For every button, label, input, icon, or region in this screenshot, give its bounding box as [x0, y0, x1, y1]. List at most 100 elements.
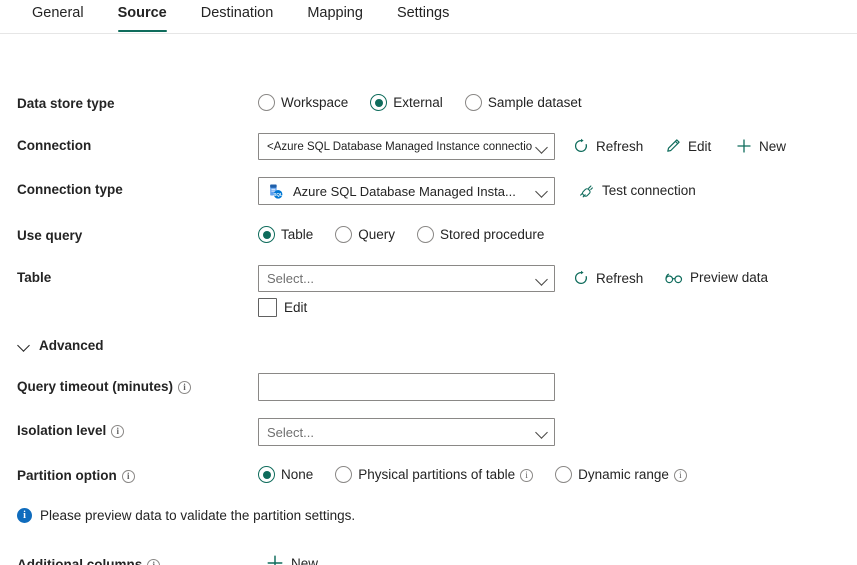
connection-refresh-button[interactable]: Refresh [573, 138, 643, 154]
plug-icon [578, 182, 595, 199]
additional-columns-new-label: New [291, 555, 319, 565]
connection-dropdown-value: <Azure SQL Database Managed Instance con… [267, 140, 532, 153]
radio-dynamic-range-indicator [555, 466, 573, 483]
connection-new-label: New [759, 138, 787, 154]
radio-external[interactable]: External [370, 94, 443, 111]
radio-dynamic-range-label: Dynamic range [578, 467, 669, 482]
tab-source[interactable]: Source [101, 0, 184, 32]
additional-columns-label-text: Additional columns [17, 557, 143, 565]
isolation-level-dropdown[interactable]: Select... [258, 418, 555, 446]
radio-partition-none-indicator [258, 466, 275, 483]
partition-option-radio-group: None Physical partitions of table Dynami… [258, 466, 709, 483]
test-connection-label: Test connection [602, 183, 696, 198]
info-icon[interactable] [147, 558, 161, 565]
advanced-section-label: Advanced [39, 338, 104, 353]
info-filled-icon [17, 508, 32, 523]
data-store-type-label: Data store type [17, 96, 115, 111]
isolation-level-label: Isolation level [17, 423, 125, 439]
radio-physical-partitions[interactable]: Physical partitions of table [335, 466, 534, 483]
test-connection-button[interactable]: Test connection [578, 182, 696, 199]
preview-data-label: Preview data [690, 270, 769, 285]
radio-external-indicator [370, 94, 388, 111]
plus-icon [266, 554, 284, 565]
partition-info-message: Please preview data to validate the part… [17, 508, 355, 523]
radio-query-indicator [335, 226, 353, 243]
isolation-level-dropdown-value: Select... [267, 424, 314, 440]
pencil-icon [665, 138, 681, 154]
table-edit-checkbox-label: Edit [284, 300, 308, 315]
radio-stored-procedure-label: Stored procedure [440, 227, 545, 242]
radio-table-indicator [258, 226, 275, 243]
refresh-icon [573, 138, 589, 154]
table-refresh-button[interactable]: Refresh [573, 270, 643, 286]
table-edit-checkbox[interactable]: Edit [258, 298, 307, 317]
data-store-type-radio-group: Workspace External Sample dataset [258, 94, 604, 111]
tab-destination[interactable]: Destination [184, 0, 291, 32]
radio-query[interactable]: Query [335, 226, 395, 243]
additional-columns-new-button[interactable]: New [266, 554, 318, 565]
radio-workspace[interactable]: Workspace [258, 94, 348, 111]
info-icon[interactable] [111, 424, 125, 439]
connection-dropdown[interactable]: <Azure SQL Database Managed Instance con… [258, 133, 555, 160]
advanced-section-toggle[interactable]: Advanced [17, 338, 104, 353]
chevron-down-icon [536, 185, 548, 197]
info-icon[interactable] [121, 469, 135, 484]
radio-stored-procedure[interactable]: Stored procedure [417, 226, 544, 243]
use-query-label: Use query [17, 228, 82, 243]
radio-physical-partitions-indicator [335, 466, 353, 483]
connection-type-label-text: Connection type [17, 182, 123, 197]
radio-dynamic-range[interactable]: Dynamic range [555, 466, 687, 483]
table-edit-checkbox-box [258, 298, 277, 317]
use-query-radio-group: Table Query Stored procedure [258, 226, 566, 243]
radio-external-label: External [393, 95, 443, 110]
partition-option-label: Partition option [17, 468, 135, 484]
table-label: Table [17, 270, 51, 285]
chevron-down-icon [536, 273, 548, 285]
info-icon[interactable] [178, 380, 192, 395]
connection-label: Connection [17, 138, 91, 153]
radio-partition-none[interactable]: None [258, 466, 313, 483]
radio-stored-procedure-indicator [417, 226, 435, 243]
svg-text:SQL: SQL [273, 192, 283, 197]
info-icon[interactable] [520, 468, 534, 483]
additional-columns-label: Additional columns [17, 557, 161, 565]
connection-new-button[interactable]: New [736, 138, 786, 154]
connection-edit-button[interactable]: Edit [665, 138, 711, 154]
connection-refresh-label: Refresh [596, 138, 644, 154]
connection-type-dropdown[interactable]: SQL Azure SQL Database Managed Insta... [258, 177, 555, 205]
radio-partition-none-label: None [281, 467, 314, 482]
query-timeout-label-text: Query timeout (minutes) [17, 379, 174, 394]
connection-edit-label: Edit [688, 138, 712, 154]
preview-data-button[interactable]: Preview data [665, 270, 768, 285]
tab-settings-label: Settings [396, 5, 450, 21]
table-dropdown[interactable]: Select... [258, 265, 555, 292]
radio-sample-dataset-indicator [464, 94, 482, 111]
tab-settings[interactable]: Settings [380, 0, 466, 32]
connection-type-label: Connection type [17, 182, 123, 197]
radio-workspace-indicator [258, 94, 275, 111]
data-store-type-label-text: Data store type [17, 96, 115, 111]
chevron-down-icon [536, 426, 548, 438]
tab-strip: General Source Destination Mapping Setti… [0, 0, 857, 34]
glasses-icon [665, 271, 683, 285]
radio-query-label: Query [358, 227, 396, 242]
connection-label-text: Connection [17, 138, 92, 153]
info-icon[interactable] [673, 468, 687, 483]
partition-option-label-text: Partition option [17, 468, 117, 483]
tab-mapping[interactable]: Mapping [290, 0, 380, 32]
connection-type-dropdown-value: Azure SQL Database Managed Insta... [293, 183, 516, 199]
plus-icon [736, 138, 752, 154]
chevron-down-icon [17, 339, 31, 353]
radio-physical-partitions-label: Physical partitions of table [358, 467, 516, 482]
radio-workspace-label: Workspace [281, 95, 349, 110]
radio-sample-dataset[interactable]: Sample dataset [464, 94, 582, 111]
query-timeout-input[interactable] [258, 373, 555, 401]
tab-general[interactable]: General [15, 0, 101, 32]
query-timeout-label: Query timeout (minutes) [17, 379, 192, 395]
azure-sql-database-icon: SQL [267, 183, 284, 200]
radio-table[interactable]: Table [258, 226, 313, 243]
table-dropdown-value: Select... [267, 271, 314, 286]
chevron-down-icon [536, 141, 548, 153]
partition-info-message-text: Please preview data to validate the part… [40, 508, 356, 523]
table-label-text: Table [17, 270, 52, 285]
